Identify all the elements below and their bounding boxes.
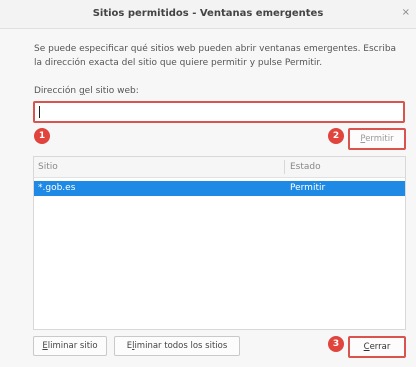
column-divider — [284, 160, 285, 174]
address-label-suffix: el sitio web: — [84, 86, 139, 96]
text-caret — [39, 106, 40, 118]
status-cell: Permitir — [290, 183, 326, 193]
dialog: Sitios permitidos - Ventanas emergentes … — [0, 0, 416, 367]
address-label-prefix: Dirección — [34, 86, 79, 96]
close-icon[interactable]: × — [402, 7, 410, 18]
close-button-suffix: errar — [369, 342, 391, 352]
permit-button-suffix: ermitir — [365, 134, 394, 144]
column-header-site[interactable]: Sitio — [38, 162, 58, 172]
title-bar: Sitios permitidos - Ventanas emergentes … — [0, 0, 416, 29]
address-input[interactable] — [33, 101, 405, 123]
remove-all-suffix: iminar todos los sitios — [134, 341, 228, 351]
remove-site-button[interactable]: Eliminar sitio — [33, 336, 107, 356]
column-header-status[interactable]: Estado — [290, 162, 321, 172]
site-cell: *.gob.es — [38, 183, 76, 193]
address-label: Dirección gel sitio web: — [34, 86, 139, 96]
dialog-title: Sitios permitidos - Ventanas emergentes — [92, 8, 324, 19]
table-header: Sitio Estado — [34, 157, 405, 178]
remove-site-suffix: liminar sitio — [47, 341, 98, 351]
permit-button[interactable]: Permitir — [348, 128, 406, 150]
step-badge-3: 3 — [328, 336, 344, 352]
description-text: Se puede especificar qué sitios web pued… — [34, 44, 397, 68]
step-badge-1: 1 — [34, 128, 50, 144]
table-row[interactable]: *.gob.es Permitir — [34, 181, 405, 196]
close-button[interactable]: Cerrar — [348, 336, 406, 358]
sites-table[interactable]: Sitio Estado *.gob.es Permitir — [33, 156, 406, 330]
step-badge-2: 2 — [328, 128, 344, 144]
remove-all-sites-button[interactable]: Eliminar todos los sitios — [114, 336, 240, 356]
